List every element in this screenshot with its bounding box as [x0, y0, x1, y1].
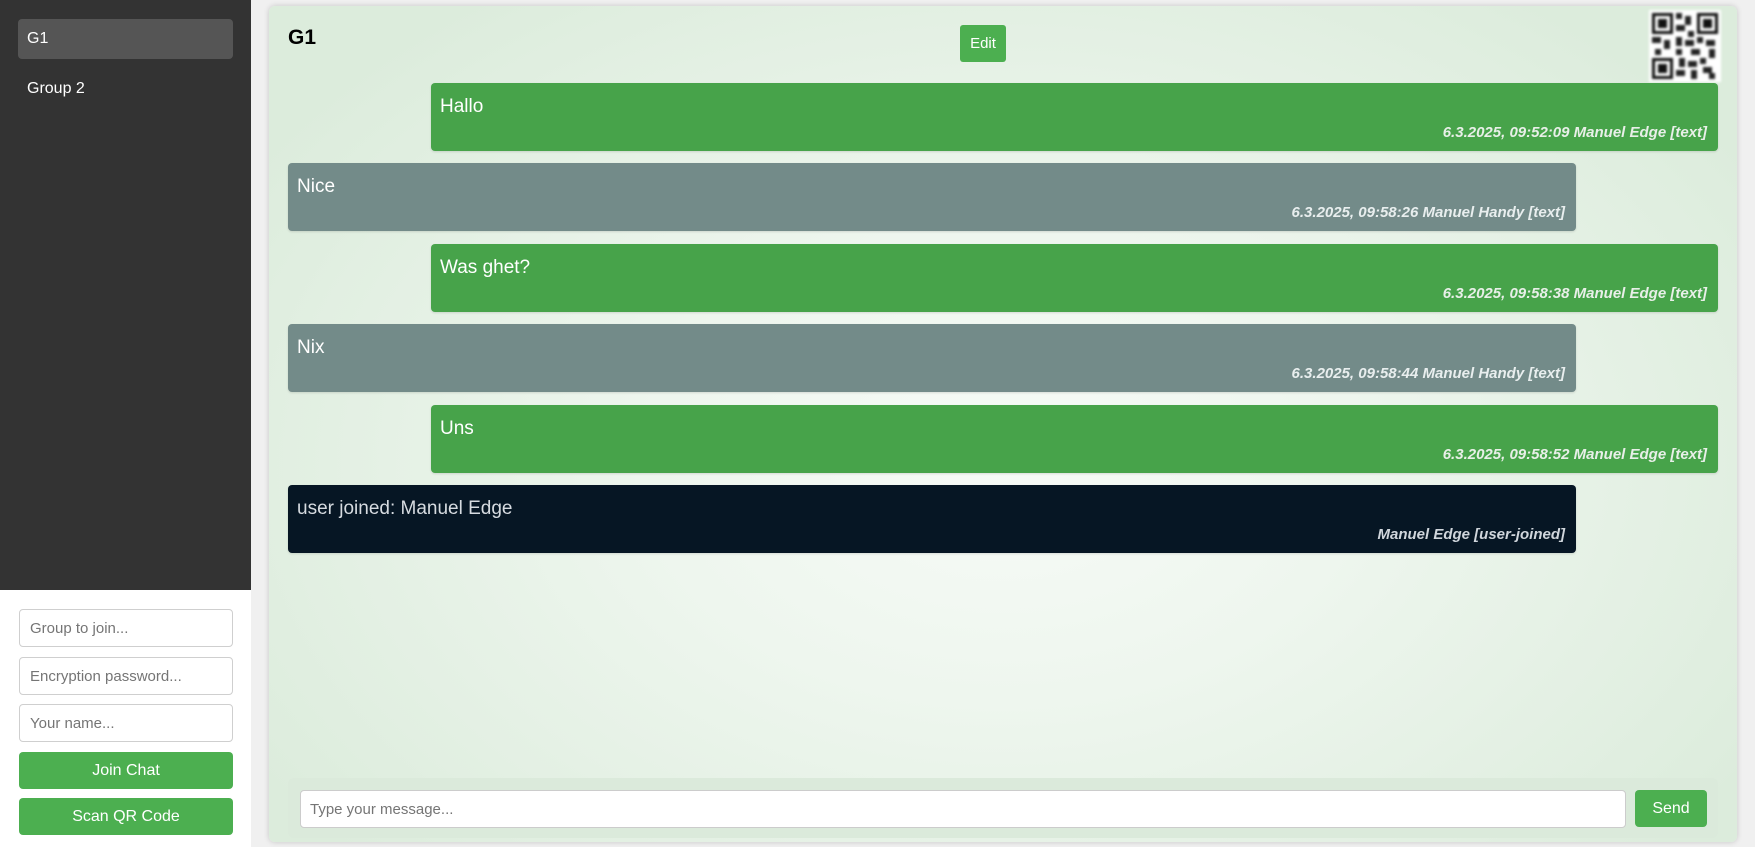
message-meta: 6.3.2025, 09:58:52 Manuel Edge [text] [1442, 446, 1707, 463]
sidebar: G1 Group 2 [0, 0, 251, 590]
join-chat-button[interactable]: Join Chat [19, 752, 233, 789]
scan-qr-code-button[interactable]: Scan QR Code [19, 798, 233, 835]
message-text: Nix [297, 337, 325, 358]
message-bubble: Was ghet? 6.3.2025, 09:58:38 Manuel Edge… [431, 244, 1718, 312]
message-text: Was ghet? [440, 257, 531, 278]
chat-title: G1 [288, 26, 317, 49]
chat-panel: G1 Edit Hallo 6.3.2025, 09:52:09 Manuel … [269, 6, 1737, 842]
message-meta: 6.3.2025, 09:58:38 Manuel Edge [text] [1442, 285, 1707, 302]
sidebar-item-g1[interactable]: G1 [18, 19, 233, 59]
message-composer: Send [288, 778, 1718, 838]
message-meta: Manuel Edge [user-joined] [1377, 526, 1565, 543]
message-meta: 6.3.2025, 09:58:26 Manuel Handy [text] [1291, 204, 1565, 221]
message-text: Uns [440, 418, 474, 439]
sidebar-item-label: Group 2 [27, 80, 85, 97]
message-bubble: Nice 6.3.2025, 09:58:26 Manuel Handy [te… [288, 163, 1576, 231]
message-bubble: Hallo 6.3.2025, 09:52:09 Manuel Edge [te… [431, 83, 1718, 151]
message-text: Hallo [440, 96, 484, 117]
message-bubble: Nix 6.3.2025, 09:58:44 Manuel Handy [tex… [288, 324, 1576, 392]
system-message: user joined: Manuel Edge Manuel Edge [us… [288, 485, 1576, 553]
message-bubble: Uns 6.3.2025, 09:58:52 Manuel Edge [text… [431, 405, 1718, 473]
sidebar-item-label: G1 [27, 30, 49, 47]
join-panel: Join Chat Scan QR Code [0, 590, 251, 847]
qr-code-icon[interactable] [1649, 10, 1721, 82]
message-meta: 6.3.2025, 09:52:09 Manuel Edge [text] [1442, 124, 1707, 141]
message-input[interactable] [300, 790, 1626, 828]
group-to-join-input[interactable] [19, 609, 233, 647]
encryption-password-input[interactable] [19, 657, 233, 695]
your-name-input[interactable] [19, 704, 233, 742]
message-text: user joined: Manuel Edge [297, 498, 513, 519]
message-text: Nice [297, 176, 336, 197]
send-button[interactable]: Send [1635, 790, 1707, 827]
message-meta: 6.3.2025, 09:58:44 Manuel Handy [text] [1291, 365, 1565, 382]
sidebar-item-group-2[interactable]: Group 2 [18, 69, 233, 109]
edit-button[interactable]: Edit [960, 25, 1006, 62]
